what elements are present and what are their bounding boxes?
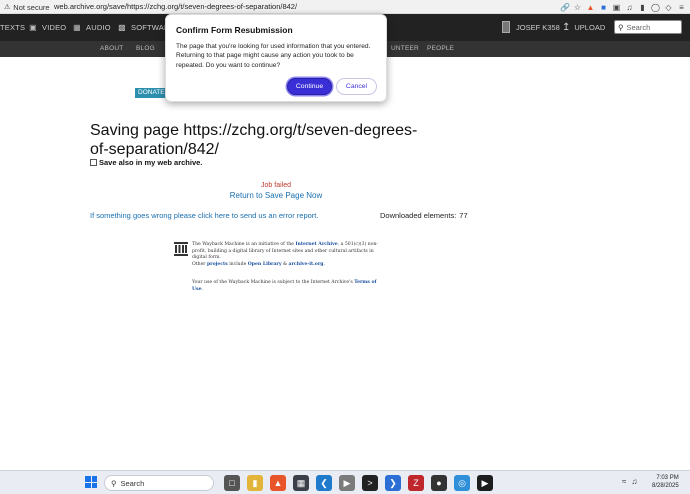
nav-audio[interactable]: ▦ AUDIO [72,23,111,32]
continue-button[interactable]: Continue [287,78,332,95]
system-tray: ≈ ♫ [622,477,637,486]
url-field[interactable]: web.archive.org/save/https://zchg.org/t/… [54,2,297,12]
page-title: Saving page https://zchg.org/t/seven-deg… [90,122,418,158]
nav-video-label: VIDEO [42,23,67,32]
clock-date: 8/28/2025 [652,483,679,489]
subnav-blog[interactable]: BLOG [136,45,155,52]
footer-text: The Wayback Machine is an initiative of … [192,242,296,247]
music-icon[interactable]: ♫ [625,3,634,12]
downloaded-elements: Downloaded elements: 77 [380,211,468,220]
search-icon: ⚲ [618,22,624,32]
nav-video[interactable]: ▣ VIDEO [28,23,66,32]
save-also-label: Save also in my web archive. [99,158,203,167]
archive-building-icon [174,242,188,256]
footer-text: . [323,261,325,267]
subnav-people[interactable]: PEOPLE [427,45,454,52]
puzzle-icon[interactable]: ▣ [612,3,621,12]
archive-search-input[interactable]: ⚲ Search [614,20,682,34]
return-link[interactable]: Return to Save Page Now [0,191,552,200]
dark-app-icon[interactable]: ● [431,475,447,491]
footer-text: include [227,261,248,267]
search-icon: ⚲ [111,478,117,488]
downloaded-label: Downloaded elements: [380,211,457,220]
vscode-icon[interactable]: ❮ [316,475,332,491]
save-also-option[interactable]: Save also in my web archive. [90,158,202,167]
nav-texts[interactable]: TEXTS [0,23,25,32]
brave-browser-icon[interactable]: ▲ [270,475,286,491]
cancel-button[interactable]: Cancel [336,78,377,95]
job-status: Job failed [261,182,291,189]
dialog-title: Confirm Form Resubmission [176,25,293,35]
address-bar: ⚠ Not secure web.archive.org/save/https:… [0,0,690,14]
footer-text: . [201,286,203,292]
security-indicator[interactable]: ⚠ Not secure [4,1,50,13]
wallet-icon[interactable]: ◇ [664,3,673,12]
confirm-resubmission-dialog: Confirm Form Resubmission The page that … [165,14,387,102]
search-placeholder: Search [626,22,651,32]
user-menu[interactable]: JOSEF K358 [502,21,560,33]
downloaded-count: 77 [459,211,468,220]
star-icon[interactable]: ☆ [573,3,582,12]
profile-icon[interactable]: ◯ [651,3,660,12]
task-view-icon[interactable]: □ [224,475,240,491]
calculator-icon[interactable]: ▦ [293,475,309,491]
security-label: Not secure [13,2,50,12]
clock-time: 7:03 PM [656,475,679,481]
extension-icons: 🔗 ☆ ▲ ■ ▣ ♫ ▮ ◯ ◇ ≡ [560,1,686,13]
speaker-icon: ▦ [73,23,81,32]
pinned-apps: □ ▮ ▲ ▦ ❮ ▶ > ❯ Z ● ◎ ▶ [224,475,493,491]
brave-shield-icon[interactable]: ▲ [586,3,595,12]
footer-text: Your use of the Wayback Machine is subje… [192,280,355,285]
media-icon[interactable]: ▶ [339,475,355,491]
save-also-checkbox[interactable] [90,159,97,166]
code-editor-icon[interactable]: ❯ [385,475,401,491]
footer-text: & [281,261,289,267]
projects-link[interactable]: projects [207,262,228,267]
archive-it-link[interactable]: archive-it.org [289,262,324,267]
username: JOSEF K358 [516,22,560,32]
dialog-message: The page that you're looking for used in… [176,43,371,69]
network-globe-icon[interactable]: ◎ [454,475,470,491]
footer-terms-text: Your use of the Wayback Machine is subje… [192,280,382,293]
subnav-about[interactable]: ABOUT [100,45,123,52]
internet-archive-link[interactable]: Internet Archive [295,242,337,247]
upload-label: UPLOAD [574,23,606,32]
taskbar-clock[interactable]: 7:03 PM 8/28/2025 [652,474,679,490]
nav-audio-label: AUDIO [86,23,111,32]
footer-about-text: The Wayback Machine is an initiative of … [192,242,382,268]
nav-texts-label: TEXTS [0,23,26,32]
wifi-icon[interactable]: ≈ [622,477,626,486]
open-library-link[interactable]: Open Library [248,262,282,267]
error-report-link[interactable]: If something goes wrong please click her… [90,211,318,220]
footer-text: Other [192,261,207,267]
windows-start-icon[interactable] [85,476,97,488]
taskbar-search-label: Search [120,478,145,488]
taskbar: ⚲ Search □ ▮ ▲ ▦ ❮ ▶ > ❯ Z ● ◎ ▶ ≈ ♫ 7:0… [0,470,690,494]
file-explorer-icon[interactable]: ▮ [247,475,263,491]
upload-icon: ↥ [562,22,571,33]
film-icon: ▣ [29,23,37,32]
floppy-icon: ▩ [118,23,126,32]
warning-icon: ⚠ [4,4,11,11]
volume-icon[interactable]: ♫ [631,477,637,486]
avatar [502,21,510,33]
link-icon[interactable]: 🔗 [560,3,570,12]
media-player-icon[interactable]: ▶ [477,475,493,491]
taskbar-search-input[interactable]: ⚲ Search [104,475,214,491]
extension-icon[interactable]: ■ [599,3,608,12]
menu-icon[interactable]: ≡ [677,3,686,12]
subnav-volunteer[interactable]: UNTEER [391,45,419,52]
sidebar-icon[interactable]: ▮ [638,3,647,12]
filezilla-icon[interactable]: Z [408,475,424,491]
terminal-icon[interactable]: > [362,475,378,491]
upload-button[interactable]: ↥ UPLOAD [562,22,605,33]
